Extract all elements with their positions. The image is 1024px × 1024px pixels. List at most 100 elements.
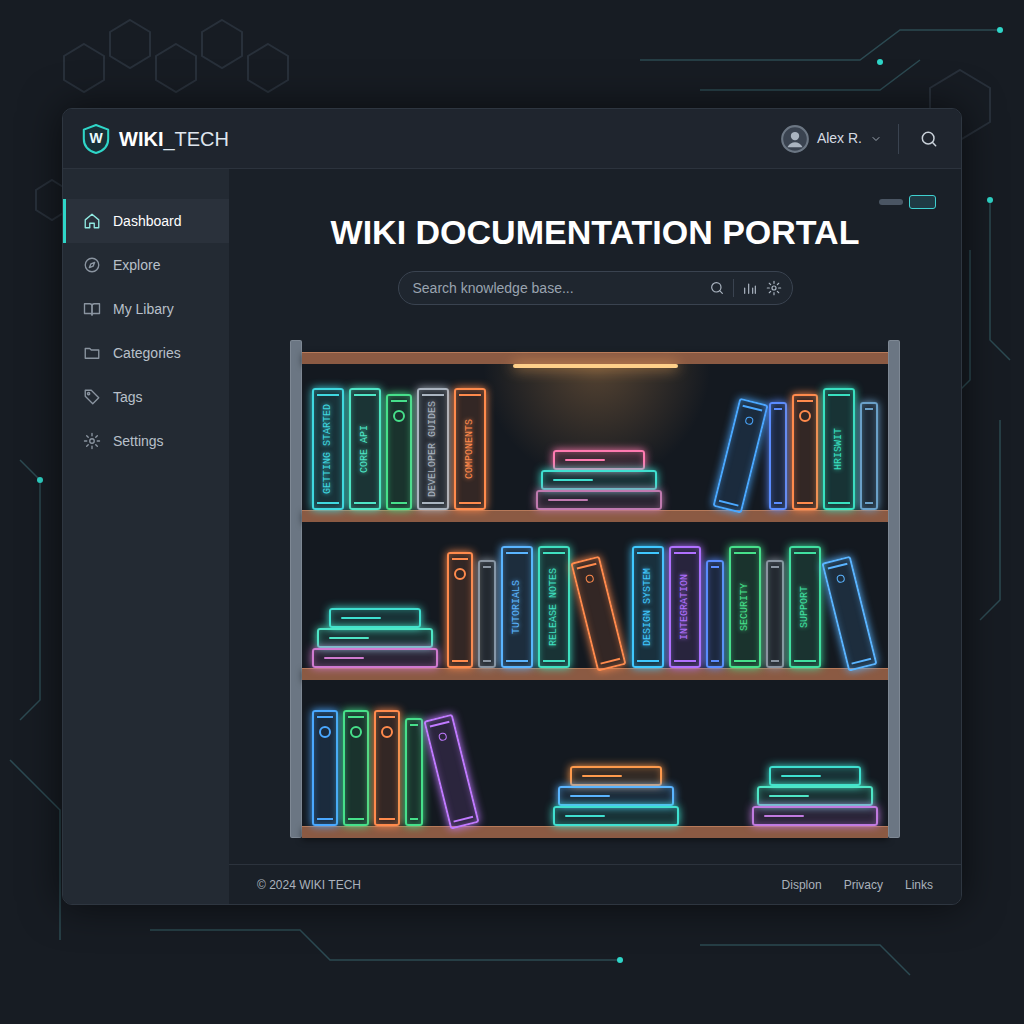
book-spine[interactable]	[478, 560, 496, 668]
book-title: CORE API	[360, 425, 370, 473]
book[interactable]	[706, 560, 724, 668]
book[interactable]	[450, 714, 480, 826]
book-spine[interactable]	[343, 710, 369, 826]
stacked-book[interactable]	[329, 608, 421, 628]
book-spine[interactable]: RELEASE NOTES	[538, 546, 570, 668]
stacked-book[interactable]	[553, 450, 645, 470]
book[interactable]: DESIGN SYSTEM	[632, 546, 664, 668]
book[interactable]	[447, 552, 473, 668]
search-icon[interactable]	[919, 129, 939, 149]
footer-link[interactable]: Privacy	[844, 876, 883, 894]
book-group	[553, 766, 679, 826]
book[interactable]	[386, 394, 412, 510]
book-spine[interactable]: SECURITY	[729, 546, 761, 668]
user-name[interactable]: Alex R.	[817, 128, 862, 149]
book-spine[interactable]: DESIGN SYSTEM	[632, 546, 664, 668]
book-spine[interactable]: INTEGRATION	[669, 546, 701, 668]
book[interactable]	[792, 394, 818, 510]
toggle-control[interactable]	[909, 195, 936, 209]
gear-icon[interactable]	[766, 280, 782, 296]
book-spine[interactable]: CORE API	[349, 388, 381, 510]
sidebar-item[interactable]: Dashboard	[63, 199, 229, 243]
book-spine[interactable]	[386, 394, 412, 510]
home-icon	[83, 212, 101, 230]
book-spine[interactable]	[447, 552, 473, 668]
book[interactable]: TUTORIALS	[501, 546, 533, 668]
book-spine[interactable]	[766, 560, 784, 668]
book-spine[interactable]: GETTING STARTED	[312, 388, 344, 510]
stacked-book[interactable]	[570, 766, 662, 786]
book-spine[interactable]: HRISWIT	[823, 388, 855, 510]
chart-icon[interactable]	[742, 280, 758, 296]
book-spine[interactable]	[570, 556, 626, 672]
book[interactable]: SUPPORT	[789, 546, 821, 668]
book-spine[interactable]: TUTORIALS	[501, 546, 533, 668]
book-spine[interactable]	[405, 718, 423, 826]
stacked-book[interactable]	[752, 806, 878, 826]
search-icon[interactable]	[709, 280, 725, 296]
book[interactable]: CORE API	[349, 388, 381, 510]
sidebar-item[interactable]: My Libary	[63, 287, 229, 331]
book-spine[interactable]	[860, 402, 878, 510]
avatar-icon[interactable]	[781, 125, 809, 153]
chevron-down-icon[interactable]	[870, 133, 882, 145]
logo[interactable]: WWIKI_TECH	[81, 122, 229, 156]
book[interactable]	[536, 450, 662, 510]
stacked-book[interactable]	[312, 648, 438, 668]
user-menu[interactable]: Alex R.	[781, 125, 882, 153]
stacked-book[interactable]	[769, 766, 861, 786]
book-spine[interactable]: DEVELOPER GUIDES	[417, 388, 449, 510]
book[interactable]	[478, 560, 496, 668]
book[interactable]: SECURITY	[729, 546, 761, 668]
book-spine[interactable]: COMPONENTS	[454, 388, 486, 510]
book[interactable]	[312, 608, 438, 668]
stacked-book[interactable]	[553, 806, 679, 826]
book-spine[interactable]	[423, 714, 479, 830]
book[interactable]	[712, 398, 742, 510]
sidebar-item[interactable]: Categories	[63, 331, 229, 375]
book[interactable]: HRISWIT	[823, 388, 855, 510]
book[interactable]: RELEASE NOTES	[538, 546, 570, 668]
book[interactable]: GETTING STARTED	[312, 388, 344, 510]
stacked-book[interactable]	[558, 786, 674, 806]
book-spine[interactable]	[792, 394, 818, 510]
book-spine[interactable]: SUPPORT	[789, 546, 821, 668]
search-icon[interactable]	[709, 280, 725, 296]
book-spine[interactable]	[769, 402, 787, 510]
stacked-book[interactable]	[536, 490, 662, 510]
search-icon[interactable]	[919, 129, 939, 149]
stacked-book[interactable]	[541, 470, 657, 490]
book-spine[interactable]	[312, 710, 338, 826]
sidebar-item[interactable]: Settings	[63, 419, 229, 463]
book-spine[interactable]	[821, 556, 877, 672]
book-spine[interactable]	[706, 560, 724, 668]
avatar-icon[interactable]	[781, 125, 809, 153]
stacked-book[interactable]	[757, 786, 873, 806]
book[interactable]	[766, 560, 784, 668]
book[interactable]	[860, 402, 878, 510]
sidebar-item[interactable]: Tags	[63, 375, 229, 419]
stacked-book[interactable]	[317, 628, 433, 648]
book[interactable]	[597, 556, 627, 668]
book-spine[interactable]	[374, 710, 400, 826]
sidebar-item[interactable]: Explore	[63, 243, 229, 287]
book[interactable]	[405, 718, 423, 826]
book[interactable]: DEVELOPER GUIDES	[417, 388, 449, 510]
book[interactable]	[752, 766, 878, 826]
chevron-down-icon[interactable]	[870, 133, 882, 145]
book[interactable]	[553, 766, 679, 826]
footer-link[interactable]: Displon	[782, 876, 822, 894]
book[interactable]	[343, 710, 369, 826]
book[interactable]	[848, 556, 878, 668]
book[interactable]	[769, 402, 787, 510]
footer-link[interactable]: Links	[905, 876, 933, 894]
book[interactable]	[374, 710, 400, 826]
book-spine[interactable]	[712, 398, 768, 514]
chart-icon[interactable]	[742, 280, 758, 296]
gear-icon[interactable]	[766, 280, 782, 296]
slider-control[interactable]	[879, 199, 903, 205]
book[interactable]: COMPONENTS	[454, 388, 486, 510]
book[interactable]	[312, 710, 338, 826]
search-input[interactable]	[413, 278, 701, 299]
book[interactable]: INTEGRATION	[669, 546, 701, 668]
